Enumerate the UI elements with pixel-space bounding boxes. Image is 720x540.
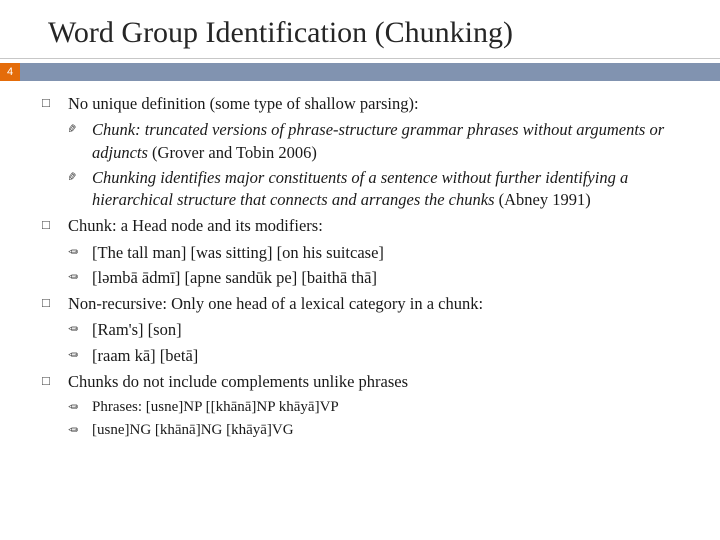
header-band: 4	[0, 63, 720, 81]
point-3-sub-2: [raam kā] [betā]	[68, 345, 692, 367]
point-4-text: Chunks do not include complements unlike…	[68, 372, 408, 391]
page-number-badge: 4	[0, 63, 20, 81]
point-2-sublist: [The tall man] [was sitting] [on his sui…	[68, 242, 692, 290]
point-1-text: No unique definition (some type of shall…	[68, 94, 419, 113]
point-3-text: Non-recursive: Only one head of a lexica…	[68, 294, 483, 313]
point-4-sublist: Phrases: [usne]NP [[khānā]NP khāyā]VP [u…	[68, 397, 692, 441]
point-1-sub-1-cite: (Grover and Tobin 2006)	[152, 143, 317, 162]
bullet-list: No unique definition (some type of shall…	[42, 93, 692, 441]
point-1-sub-1: Chunk: truncated versions of phrase-stru…	[68, 119, 692, 164]
slide: Word Group Identification (Chunking) 4 N…	[0, 0, 720, 540]
point-4-sub-2: [usne]NG [khānā]NG [khāyā]VG	[68, 420, 692, 440]
point-1-sublist: Chunk: truncated versions of phrase-stru…	[68, 119, 692, 211]
point-1: No unique definition (some type of shall…	[42, 93, 692, 211]
point-1-sub-2-cite: (Abney 1991)	[499, 190, 591, 209]
point-3: Non-recursive: Only one head of a lexica…	[42, 293, 692, 367]
point-3-sub-1: [Ram's] [son]	[68, 319, 692, 341]
content-area: No unique definition (some type of shall…	[0, 81, 720, 441]
point-4-sub-1: Phrases: [usne]NP [[khānā]NP khāyā]VP	[68, 397, 692, 417]
point-2: Chunk: a Head node and its modifiers: [T…	[42, 215, 692, 289]
slide-title: Word Group Identification (Chunking)	[0, 0, 720, 59]
point-4: Chunks do not include complements unlike…	[42, 371, 692, 441]
point-3-sublist: [Ram's] [son] [raam kā] [betā]	[68, 319, 692, 367]
accent-band	[20, 63, 720, 81]
point-2-sub-1: [The tall man] [was sitting] [on his sui…	[68, 242, 692, 264]
point-1-sub-2: Chunking identifies major constituents o…	[68, 167, 692, 212]
point-2-sub-2: [ləmbā ādmī] [apne sandūk pe] [baithā th…	[68, 267, 692, 289]
point-2-text: Chunk: a Head node and its modifiers:	[68, 216, 323, 235]
